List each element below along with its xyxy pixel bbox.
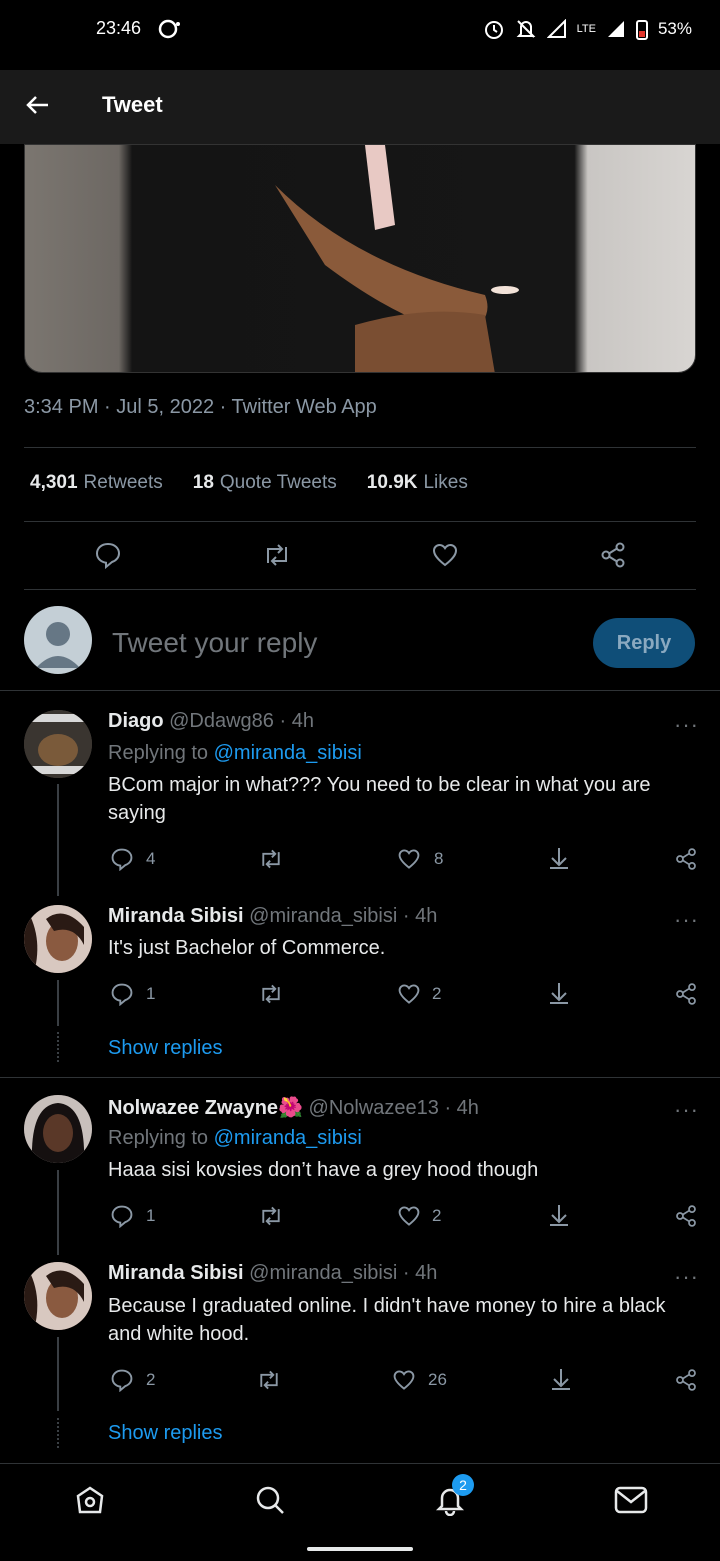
network-label: LTE	[576, 23, 596, 35]
reply-text: Haaa sisi kovsies don’t have a grey hood…	[108, 1159, 539, 1181]
tweet-header: Tweet	[0, 70, 720, 144]
author-name[interactable]: Diago	[108, 710, 164, 732]
page-title: Tweet	[102, 92, 163, 117]
reply-count: 4	[146, 849, 156, 868]
author-handle: @Ddawg86 · 4h	[169, 710, 314, 732]
search-icon[interactable]	[254, 1484, 286, 1516]
reply-icon[interactable]	[110, 1368, 134, 1392]
avatar[interactable]	[24, 1262, 92, 1330]
status-bar: 23:46 LTE 53%	[0, 0, 720, 60]
share-icon[interactable]	[674, 1368, 698, 1392]
messenger-icon	[158, 18, 180, 45]
like-icon[interactable]	[431, 541, 459, 569]
like-icon[interactable]	[397, 982, 421, 1006]
mute-icon	[516, 20, 536, 38]
divider	[0, 1077, 720, 1078]
reply-text: BCom major in what??? You need to be cle…	[108, 774, 651, 824]
divider	[0, 690, 720, 691]
retweet-icon[interactable]	[256, 1368, 282, 1392]
download-icon[interactable]	[548, 846, 570, 870]
signal-icon-2	[607, 21, 624, 37]
like-count: 2	[432, 984, 442, 1003]
reply-text: Because I graduated online. I didn't hav…	[108, 1295, 666, 1345]
replying-to-link[interactable]: @miranda_sibisi	[214, 1127, 362, 1149]
like-icon[interactable]	[392, 1368, 416, 1392]
tweet-photo[interactable]	[24, 144, 696, 373]
quote-tweets-stat[interactable]: 18 Quote Tweets	[193, 472, 337, 494]
share-icon[interactable]	[599, 541, 627, 569]
thread-line	[57, 980, 59, 1026]
more-options-icon[interactable]: ···	[674, 1264, 699, 1290]
thread-line	[57, 784, 59, 896]
reply-button[interactable]: Reply	[593, 618, 695, 668]
tweet-stats: 4,301 Retweets 18 Quote Tweets 10.9K Likes	[30, 472, 468, 494]
alarm-icon	[484, 21, 503, 39]
more-options-icon[interactable]: ···	[674, 1097, 699, 1123]
author-name[interactable]: Miranda Sibisi	[108, 905, 244, 927]
replying-label: Replying to	[108, 1127, 214, 1149]
reply-icon[interactable]	[110, 982, 134, 1006]
avatar[interactable]	[24, 1095, 92, 1163]
retweet-icon[interactable]	[258, 982, 284, 1006]
thread-line	[57, 1170, 59, 1255]
download-icon[interactable]	[548, 1203, 570, 1227]
thread-dots	[57, 1418, 59, 1448]
retweet-icon[interactable]	[258, 1204, 284, 1228]
reply-icon[interactable]	[94, 541, 122, 569]
user-avatar	[24, 606, 92, 674]
signal-icon	[546, 19, 566, 38]
download-icon[interactable]	[550, 1367, 572, 1391]
home-indicator[interactable]	[307, 1547, 413, 1551]
likes-stat[interactable]: 10.9K Likes	[367, 472, 468, 494]
retweet-icon[interactable]	[258, 847, 284, 871]
reply-input[interactable]: Tweet your reply	[112, 627, 317, 659]
show-replies-link[interactable]: Show replies	[108, 1422, 223, 1445]
notifications-badge: 2	[452, 1474, 474, 1496]
show-replies-link[interactable]: Show replies	[108, 1037, 223, 1060]
replying-to-link[interactable]: @miranda_sibisi	[214, 742, 362, 764]
like-icon[interactable]	[397, 847, 421, 871]
like-count: 8	[434, 849, 444, 868]
back-arrow-icon[interactable]	[24, 92, 50, 123]
status-time: 23:46	[96, 18, 142, 38]
retweet-icon[interactable]	[262, 541, 292, 569]
share-icon[interactable]	[674, 847, 698, 871]
reply-count: 2	[146, 1370, 156, 1389]
divider	[24, 447, 696, 448]
messages-mail-icon[interactable]	[614, 1485, 648, 1515]
more-options-icon[interactable]: ···	[674, 712, 699, 738]
avatar[interactable]	[24, 710, 92, 778]
author-name[interactable]: Nolwazee Zwayne🌺	[108, 1097, 303, 1119]
author-name[interactable]: Miranda Sibisi	[108, 1262, 244, 1284]
share-icon[interactable]	[674, 982, 698, 1006]
like-count: 26	[428, 1370, 447, 1389]
reply-text: It's just Bachelor of Commerce.	[108, 937, 386, 959]
share-icon[interactable]	[674, 1204, 698, 1228]
more-options-icon[interactable]: ···	[674, 907, 699, 933]
author-handle: @miranda_sibisi · 4h	[249, 1262, 438, 1284]
tweet-timestamp: 3:34 PM · Jul 5, 2022 · Twitter Web App	[24, 396, 377, 418]
like-count: 2	[432, 1206, 442, 1225]
divider	[24, 589, 696, 590]
retweets-stat[interactable]: 4,301 Retweets	[30, 472, 163, 494]
replying-label: Replying to	[108, 742, 214, 764]
like-icon[interactable]	[397, 1204, 421, 1228]
avatar[interactable]	[24, 905, 92, 973]
reply-count: 1	[146, 1206, 156, 1225]
author-handle: @miranda_sibisi · 4h	[249, 905, 438, 927]
home-icon[interactable]	[74, 1484, 106, 1516]
reply-icon[interactable]	[110, 847, 134, 871]
author-handle: @Nolwazee13 · 4h	[308, 1097, 479, 1119]
thread-line	[57, 1337, 59, 1411]
divider	[24, 521, 696, 522]
battery-percent: 53%	[657, 19, 692, 38]
reply-icon[interactable]	[110, 1204, 134, 1228]
thread-dots	[57, 1032, 59, 1062]
reply-count: 1	[146, 984, 156, 1003]
battery-icon	[635, 20, 648, 40]
download-icon[interactable]	[548, 981, 570, 1005]
